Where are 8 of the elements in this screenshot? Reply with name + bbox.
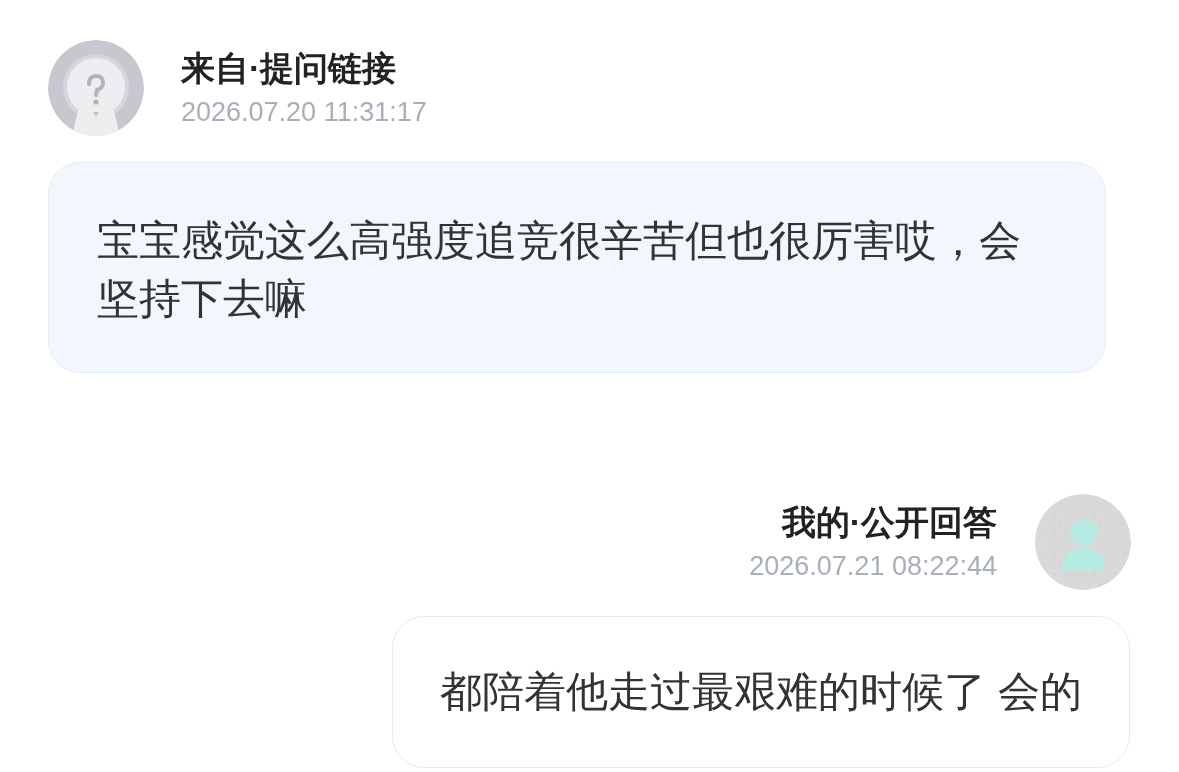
timestamp: 2026.07.20 11:31:17 xyxy=(181,96,427,129)
sender-name: 我的·公开回答 xyxy=(781,502,997,543)
sender-name: 来自·提问链接 xyxy=(181,48,397,89)
question-mark-avatar-icon xyxy=(48,40,144,136)
message-text: 都陪着他走过最艰难的时候了 会的 xyxy=(440,667,1082,717)
timestamp: 2026.07.21 08:22:44 xyxy=(749,550,997,583)
person-avatar-icon xyxy=(1035,494,1131,590)
message-text: 宝宝感觉这么高强度追竞很辛苦但也很厉害哎，会坚持下去嘛 xyxy=(97,216,1022,324)
